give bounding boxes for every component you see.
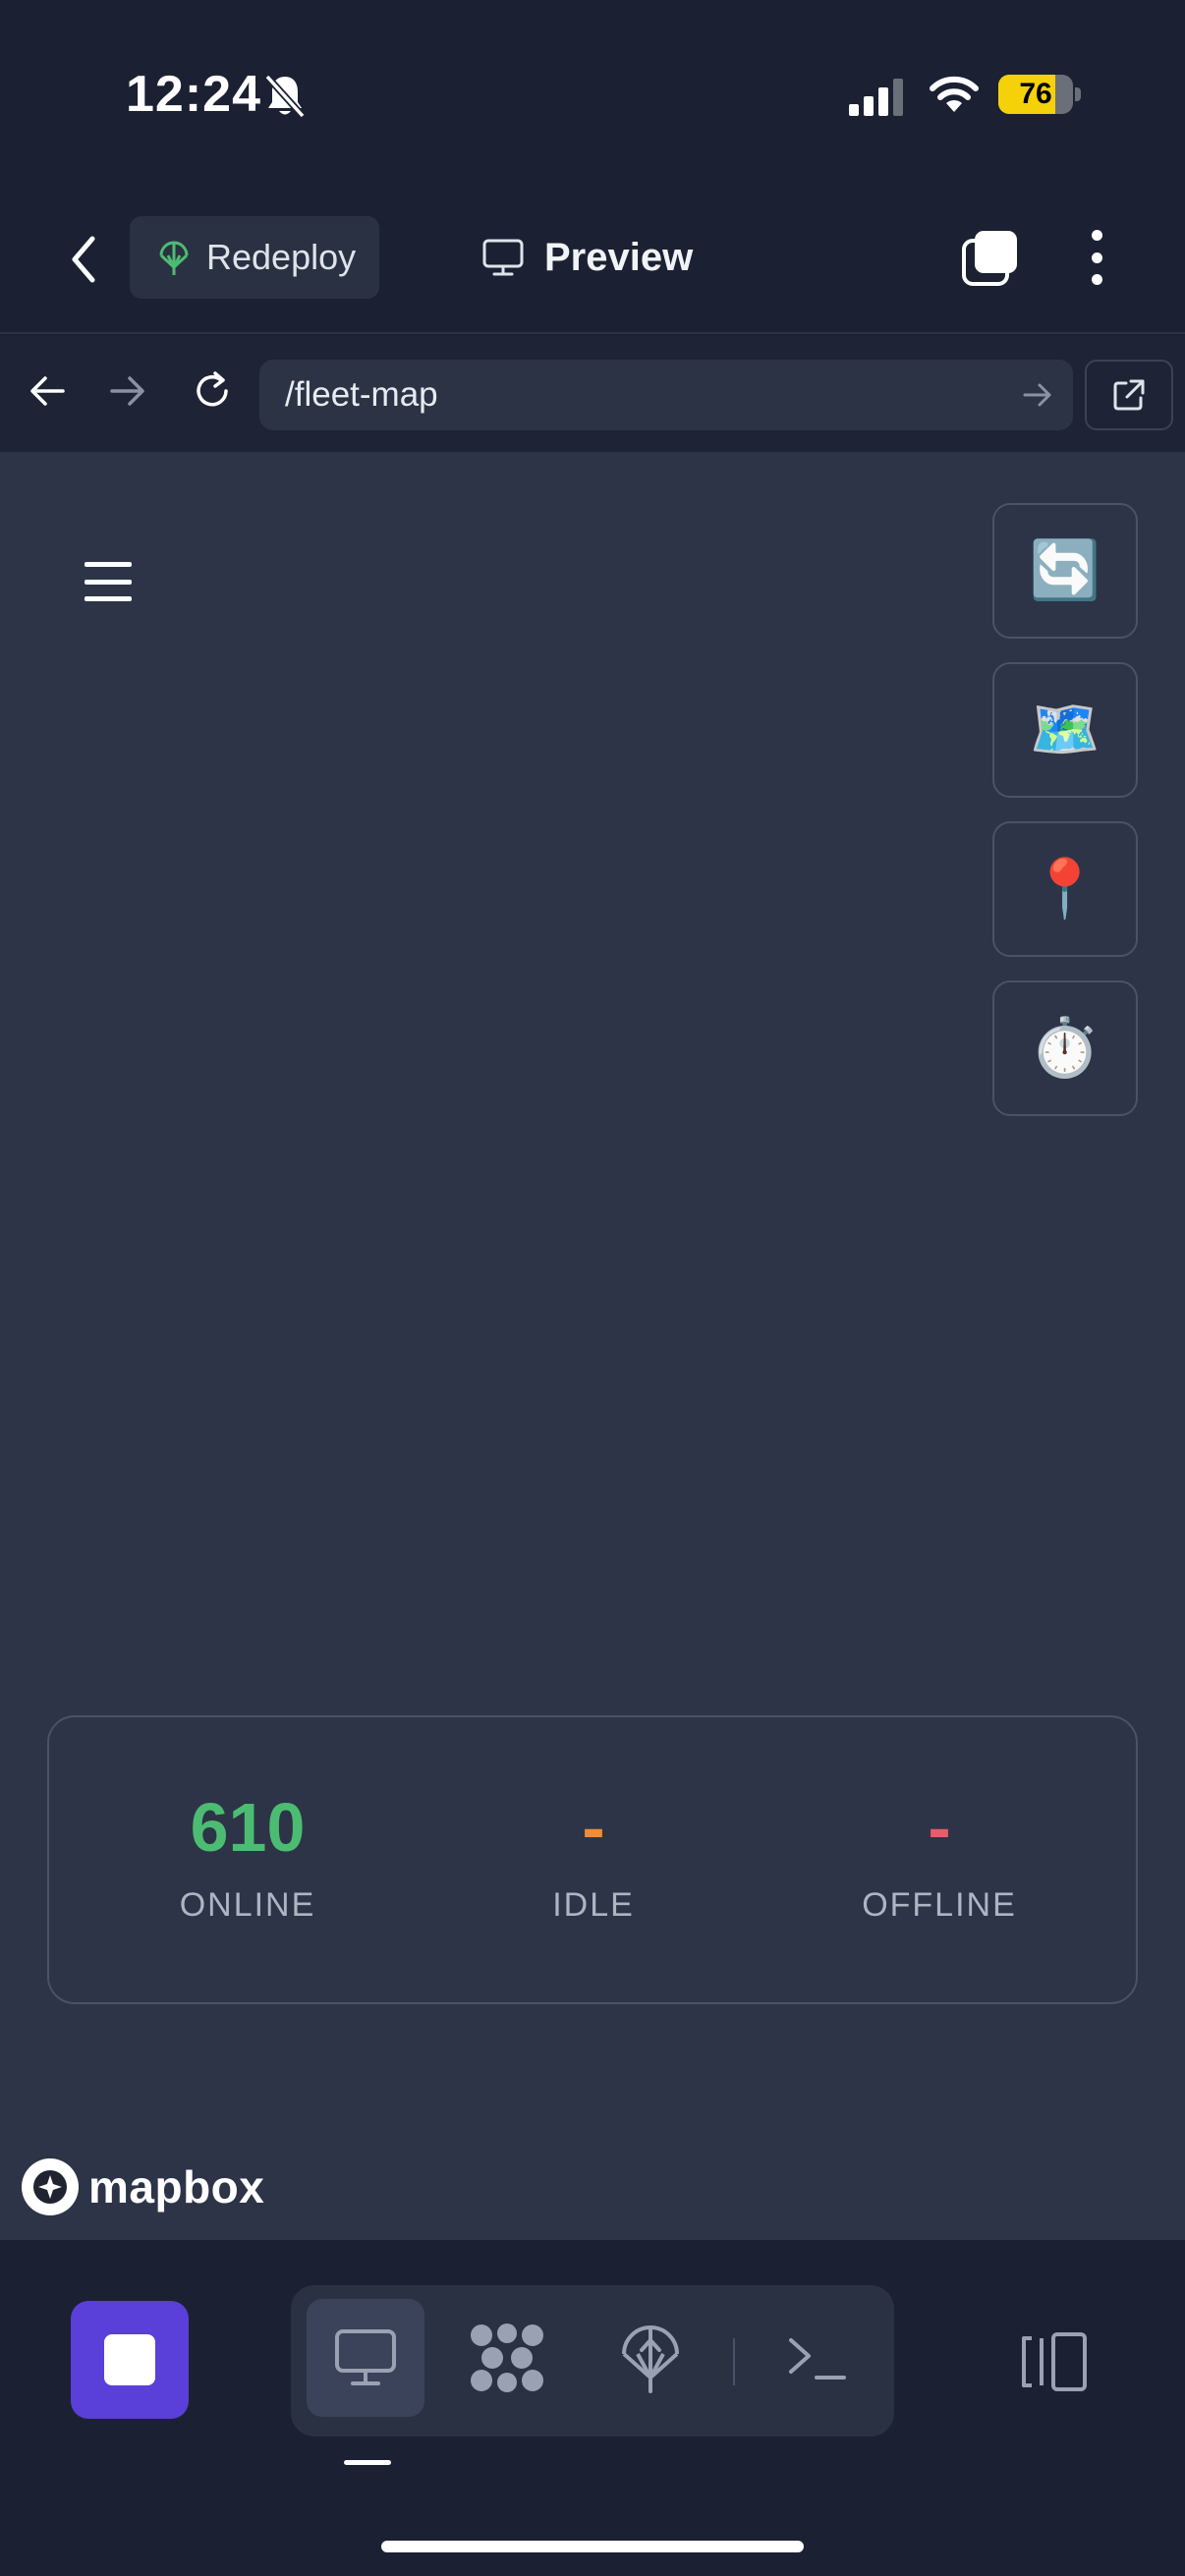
- map-icon: 🗺️: [1029, 698, 1101, 761]
- back-button[interactable]: [59, 230, 108, 289]
- stat-idle: - IDLE: [436, 1786, 751, 1925]
- active-tab-indicator: [344, 2460, 391, 2465]
- redeploy-label: Redeploy: [206, 237, 357, 277]
- menu-icon[interactable]: [85, 562, 132, 601]
- stat-idle-value: -: [582, 1789, 605, 1866]
- url-input[interactable]: /fleet-map: [259, 360, 1073, 430]
- windows-icon[interactable]: [961, 228, 1020, 287]
- tool-deploy[interactable]: [592, 2299, 709, 2417]
- tool-terminal[interactable]: [759, 2299, 876, 2417]
- stat-online-value: 610: [190, 1789, 306, 1866]
- arrow-left-icon: [30, 376, 65, 406]
- stat-idle-label: IDLE: [552, 1886, 635, 1924]
- bottom-toolbar: [0, 2240, 1185, 2576]
- external-link-icon: [1113, 379, 1145, 411]
- stopwatch-icon: ⏱️: [1029, 1016, 1101, 1080]
- preview-label: Preview: [544, 235, 694, 279]
- more-vertical-icon[interactable]: [1075, 226, 1118, 289]
- stat-online: 610 ONLINE: [90, 1786, 405, 1925]
- wifi-icon: [930, 76, 979, 112]
- mapbox-wordmark: mapbox: [88, 2161, 265, 2212]
- stop-button[interactable]: [71, 2301, 189, 2419]
- redeploy-button[interactable]: Redeploy: [130, 216, 379, 299]
- tool-preview[interactable]: [307, 2299, 424, 2417]
- tool-separator: [733, 2338, 735, 2385]
- fleet-map[interactable]: 🔄 🗺️ 📍 ⏱️ 610 ONLINE - IDLE - OFFLINE ma…: [0, 452, 1185, 2240]
- stat-offline-label: OFFLINE: [862, 1886, 1017, 1924]
- stopwatch-button[interactable]: ⏱️: [992, 980, 1138, 1116]
- browser-forward-button[interactable]: [98, 362, 157, 420]
- refresh-icon: 🔄: [1029, 538, 1101, 602]
- clock: 12:24: [126, 66, 261, 123]
- reload-icon: [197, 371, 228, 407]
- mapbox-mark-icon: [22, 2158, 79, 2215]
- open-external-button[interactable]: [1085, 360, 1173, 430]
- browser-bar: /fleet-map: [0, 336, 1185, 452]
- home-indicator[interactable]: [381, 2541, 804, 2552]
- url-text: /fleet-map: [285, 375, 438, 414]
- stop-icon: [104, 2334, 155, 2385]
- go-arrow-icon[interactable]: [1020, 377, 1055, 413]
- stat-online-label: ONLINE: [179, 1886, 316, 1924]
- stat-offline-value: -: [928, 1789, 951, 1866]
- browser-back-button[interactable]: [18, 362, 77, 420]
- deploy-icon: [159, 241, 189, 275]
- refresh-button[interactable]: 🔄: [992, 503, 1138, 639]
- preview-tab[interactable]: Preview: [481, 218, 693, 297]
- stat-offline: - OFFLINE: [782, 1786, 1097, 1925]
- side-panel-icon[interactable]: [1018, 2330, 1089, 2393]
- battery-level: 76: [1019, 78, 1052, 110]
- bell-slash-icon: [264, 74, 306, 119]
- chevron-left-icon: [72, 236, 95, 283]
- status-bar: 12:24 76: [0, 0, 1185, 196]
- mapbox-logo[interactable]: mapbox: [22, 2156, 264, 2218]
- battery-icon: 76: [998, 75, 1081, 114]
- monitor-icon: [482, 239, 524, 276]
- app-header: Redeploy Preview: [0, 196, 1185, 334]
- pin-icon: 📍: [1029, 857, 1101, 921]
- fleet-stats-card: 610 ONLINE - IDLE - OFFLINE: [47, 1715, 1138, 2004]
- tool-group: [291, 2285, 894, 2436]
- pin-button[interactable]: 📍: [992, 821, 1138, 957]
- deploy-icon: [622, 2325, 679, 2393]
- arrow-right-icon: [110, 376, 144, 406]
- monitor-icon: [335, 2329, 396, 2385]
- signal-icon: [849, 79, 903, 116]
- terminal-icon: [789, 2338, 846, 2380]
- map-style-button[interactable]: 🗺️: [992, 662, 1138, 798]
- reload-button[interactable]: [183, 362, 242, 420]
- tool-modules[interactable]: [448, 2299, 566, 2417]
- modules-icon: [471, 2324, 543, 2392]
